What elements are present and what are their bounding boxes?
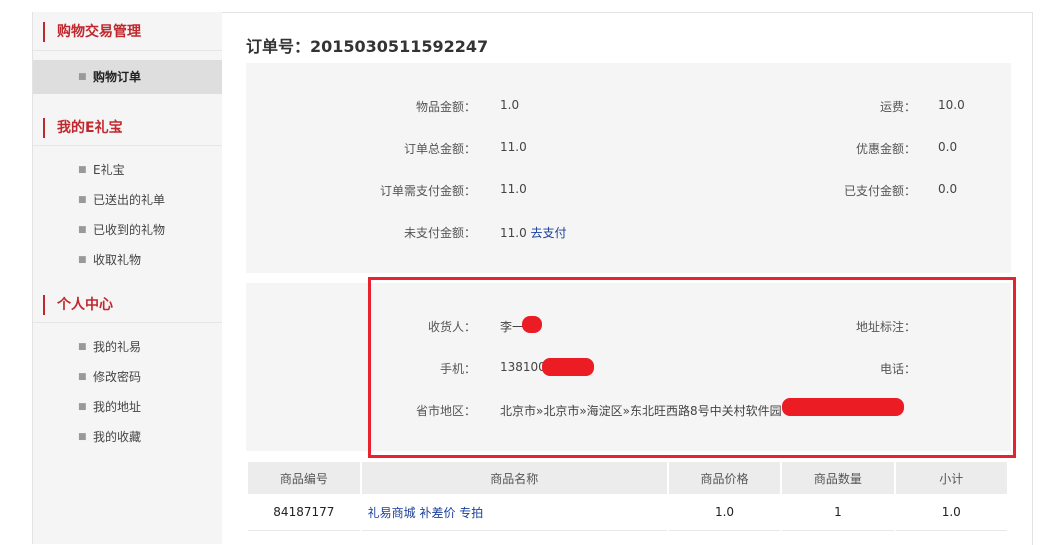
order-items-table: 商品编号 商品名称 商品价格 商品数量 小计 84187177 礼易商城 补差价… bbox=[246, 462, 1009, 531]
sidebar-item-label: 已送出的礼单 bbox=[93, 193, 166, 207]
divider bbox=[33, 145, 222, 146]
cell-name: 礼易商城 补差价 专拍 bbox=[361, 494, 667, 531]
section-title-personal: 个人中心 bbox=[43, 295, 113, 315]
pay-now-link[interactable]: 去支付 bbox=[531, 226, 567, 240]
paid-value: 0.0 bbox=[938, 182, 958, 196]
sidebar-item-shopping-orders[interactable]: ■ 购物订单 bbox=[33, 60, 231, 94]
sidebar-item-my-favorites[interactable]: ■ 我的收藏 bbox=[33, 422, 222, 452]
bullet-icon: ■ bbox=[78, 165, 87, 175]
discount-value: 0.0 bbox=[938, 140, 958, 154]
sidebar-item-label: 我的礼易 bbox=[93, 340, 142, 354]
paid-label: 已支付金额： bbox=[843, 184, 916, 198]
sidebar-item-label: E礼宝 bbox=[93, 163, 125, 177]
column-header-name: 商品名称 bbox=[361, 462, 667, 494]
unpaid-row: 11.0 去支付 bbox=[500, 224, 567, 241]
highlight-box bbox=[368, 277, 1016, 458]
cell-price: 1.0 bbox=[668, 494, 781, 531]
table-row: 84187177 礼易商城 补差价 专拍 1.0 1 1.0 bbox=[248, 494, 1007, 531]
sidebar-item-label: 我的地址 bbox=[93, 400, 142, 414]
column-header-subtotal: 小计 bbox=[895, 462, 1007, 494]
amount-panel: 物品金额： 1.0 运费： 10.0 订单总金额： 11.0 优惠金额： 0.0… bbox=[246, 63, 1011, 273]
order-number-title: 订单号：2015030511592247 bbox=[246, 37, 489, 56]
bullet-icon: ■ bbox=[78, 255, 87, 265]
payable-label: 订单需支付金额： bbox=[379, 184, 476, 198]
section-title-shopping: 购物交易管理 bbox=[43, 22, 141, 42]
unpaid-label: 未支付金额： bbox=[403, 226, 476, 240]
sidebar-item-label: 收取礼物 bbox=[93, 253, 142, 267]
table-header-row: 商品编号 商品名称 商品价格 商品数量 小计 bbox=[248, 462, 1007, 494]
column-header-quantity: 商品数量 bbox=[782, 462, 894, 494]
order-total-value: 11.0 bbox=[500, 140, 527, 154]
divider bbox=[33, 322, 222, 323]
cell-subtotal: 1.0 bbox=[895, 494, 1007, 531]
sidebar-item-label: 已收到的礼物 bbox=[93, 223, 166, 237]
goods-amount-label: 物品金额： bbox=[415, 100, 476, 114]
sidebar-item-label: 我的收藏 bbox=[93, 430, 142, 444]
sidebar: 购物交易管理 ■ 购物订单 我的E礼宝 ■ E礼宝 ■ 已送出的礼单 ■ 已收到… bbox=[32, 12, 231, 544]
bullet-icon: ■ bbox=[78, 225, 87, 235]
bullet-icon: ■ bbox=[78, 195, 87, 205]
sidebar-item-label: 修改密码 bbox=[93, 370, 142, 384]
sidebar-item-received-gifts[interactable]: ■ 已收到的礼物 bbox=[33, 215, 222, 245]
bullet-icon: ■ bbox=[78, 342, 87, 352]
column-header-price: 商品价格 bbox=[668, 462, 781, 494]
sidebar-item-change-password[interactable]: ■ 修改密码 bbox=[33, 362, 222, 392]
sidebar-item-my-liyi[interactable]: ■ 我的礼易 bbox=[33, 332, 222, 362]
unpaid-value: 11.0 bbox=[500, 226, 527, 240]
sidebar-item-my-address[interactable]: ■ 我的地址 bbox=[33, 392, 222, 422]
product-name-link[interactable]: 礼易商城 补差价 专拍 bbox=[368, 506, 484, 520]
goods-amount-value: 1.0 bbox=[500, 98, 520, 112]
bullet-icon: ■ bbox=[78, 72, 87, 82]
sidebar-item-sent-gifts[interactable]: ■ 已送出的礼单 bbox=[33, 185, 222, 215]
column-header-id: 商品编号 bbox=[248, 462, 360, 494]
bullet-icon: ■ bbox=[78, 402, 87, 412]
payable-value: 11.0 bbox=[500, 182, 527, 196]
order-total-label: 订单总金额： bbox=[403, 142, 476, 156]
sidebar-item-collect-gift[interactable]: ■ 收取礼物 bbox=[33, 245, 222, 275]
shipping-label: 运费： bbox=[879, 100, 916, 114]
bullet-icon: ■ bbox=[78, 372, 87, 382]
divider bbox=[33, 50, 222, 51]
shipping-value: 10.0 bbox=[938, 98, 965, 112]
sidebar-item-egift[interactable]: ■ E礼宝 bbox=[33, 155, 222, 185]
cell-quantity: 1 bbox=[782, 494, 894, 531]
section-title-egift: 我的E礼宝 bbox=[43, 118, 123, 138]
bullet-icon: ■ bbox=[78, 432, 87, 442]
sidebar-item-label: 购物订单 bbox=[93, 70, 142, 84]
main-content: 订单号：2015030511592247 物品金额： 1.0 运费： 10.0 … bbox=[222, 12, 1033, 545]
cell-id: 84187177 bbox=[248, 494, 360, 531]
discount-label: 优惠金额： bbox=[855, 142, 916, 156]
